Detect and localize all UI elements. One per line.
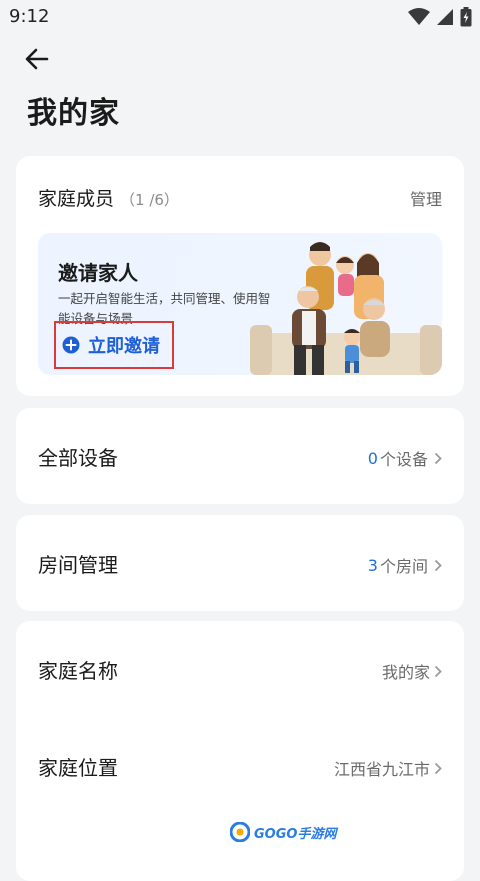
wifi-icon bbox=[408, 8, 430, 25]
manage-button[interactable]: 管理 bbox=[410, 186, 442, 210]
room-management-value[interactable]: 3 个房间 bbox=[368, 553, 442, 577]
all-devices-title: 全部设备 bbox=[38, 446, 118, 470]
members-title-label: 家庭成员 bbox=[38, 188, 115, 210]
room-management-card[interactable]: 房间管理 3 个房间 bbox=[16, 515, 464, 611]
family-illustration bbox=[250, 242, 442, 375]
all-devices-card[interactable]: 全部设备 0 个设备 bbox=[16, 408, 464, 504]
rooms-count: 3 bbox=[367, 555, 378, 575]
back-arrow-icon bbox=[25, 48, 49, 70]
devices-unit: 个设备 bbox=[379, 450, 428, 469]
invite-heading: 邀请家人 bbox=[58, 261, 138, 285]
home-info-card: 家庭名称 我的家 家庭位置 江西省九江市 bbox=[16, 621, 464, 881]
page-title: 我的家 bbox=[27, 96, 120, 131]
chevron-right-icon bbox=[434, 452, 442, 464]
home-name-value-group[interactable]: 我的家 bbox=[382, 659, 442, 683]
family-members-card: 家庭成员 （1 /6） 管理 邀请家人 一起开启智能生活，共同管理、使用智能设备与… bbox=[16, 156, 464, 396]
back-button[interactable] bbox=[22, 44, 52, 74]
invite-now-label: 立即邀请 bbox=[88, 336, 160, 357]
home-name-value: 我的家 bbox=[381, 663, 430, 682]
status-time: 9:12 bbox=[9, 6, 50, 27]
chevron-right-icon bbox=[434, 762, 442, 774]
status-bar: 9:12 bbox=[0, 0, 480, 34]
watermark-text: GOGO手游网 bbox=[254, 826, 337, 842]
invite-banner[interactable]: 邀请家人 一起开启智能生活，共同管理、使用智能设备与场景 立即邀请 bbox=[38, 233, 442, 375]
battery-icon bbox=[460, 7, 472, 27]
chevron-right-icon bbox=[434, 559, 442, 571]
home-location-row[interactable]: 家庭位置 江西省九江市 bbox=[16, 718, 464, 814]
members-title: 家庭成员 （1 /6） bbox=[38, 184, 179, 211]
home-name-label: 家庭名称 bbox=[38, 659, 118, 683]
chevron-right-icon bbox=[434, 665, 442, 677]
home-name-row[interactable]: 家庭名称 我的家 bbox=[16, 621, 464, 717]
home-location-value-group[interactable]: 江西省九江市 bbox=[334, 756, 442, 780]
watermark-logo-icon bbox=[230, 822, 250, 842]
rooms-unit: 个房间 bbox=[379, 557, 428, 576]
all-devices-value[interactable]: 0 个设备 bbox=[368, 446, 442, 470]
watermark: GOGO手游网 bbox=[230, 822, 336, 842]
home-location-value: 江西省九江市 bbox=[333, 760, 430, 779]
members-count: （1 /6） bbox=[120, 191, 179, 209]
status-icons bbox=[408, 7, 472, 27]
plus-circle-icon bbox=[62, 336, 80, 354]
devices-count: 0 bbox=[367, 448, 378, 468]
signal-icon bbox=[437, 9, 453, 25]
invite-now-button[interactable]: 立即邀请 bbox=[54, 321, 174, 369]
room-management-title: 房间管理 bbox=[38, 553, 118, 577]
home-location-label: 家庭位置 bbox=[38, 756, 118, 780]
